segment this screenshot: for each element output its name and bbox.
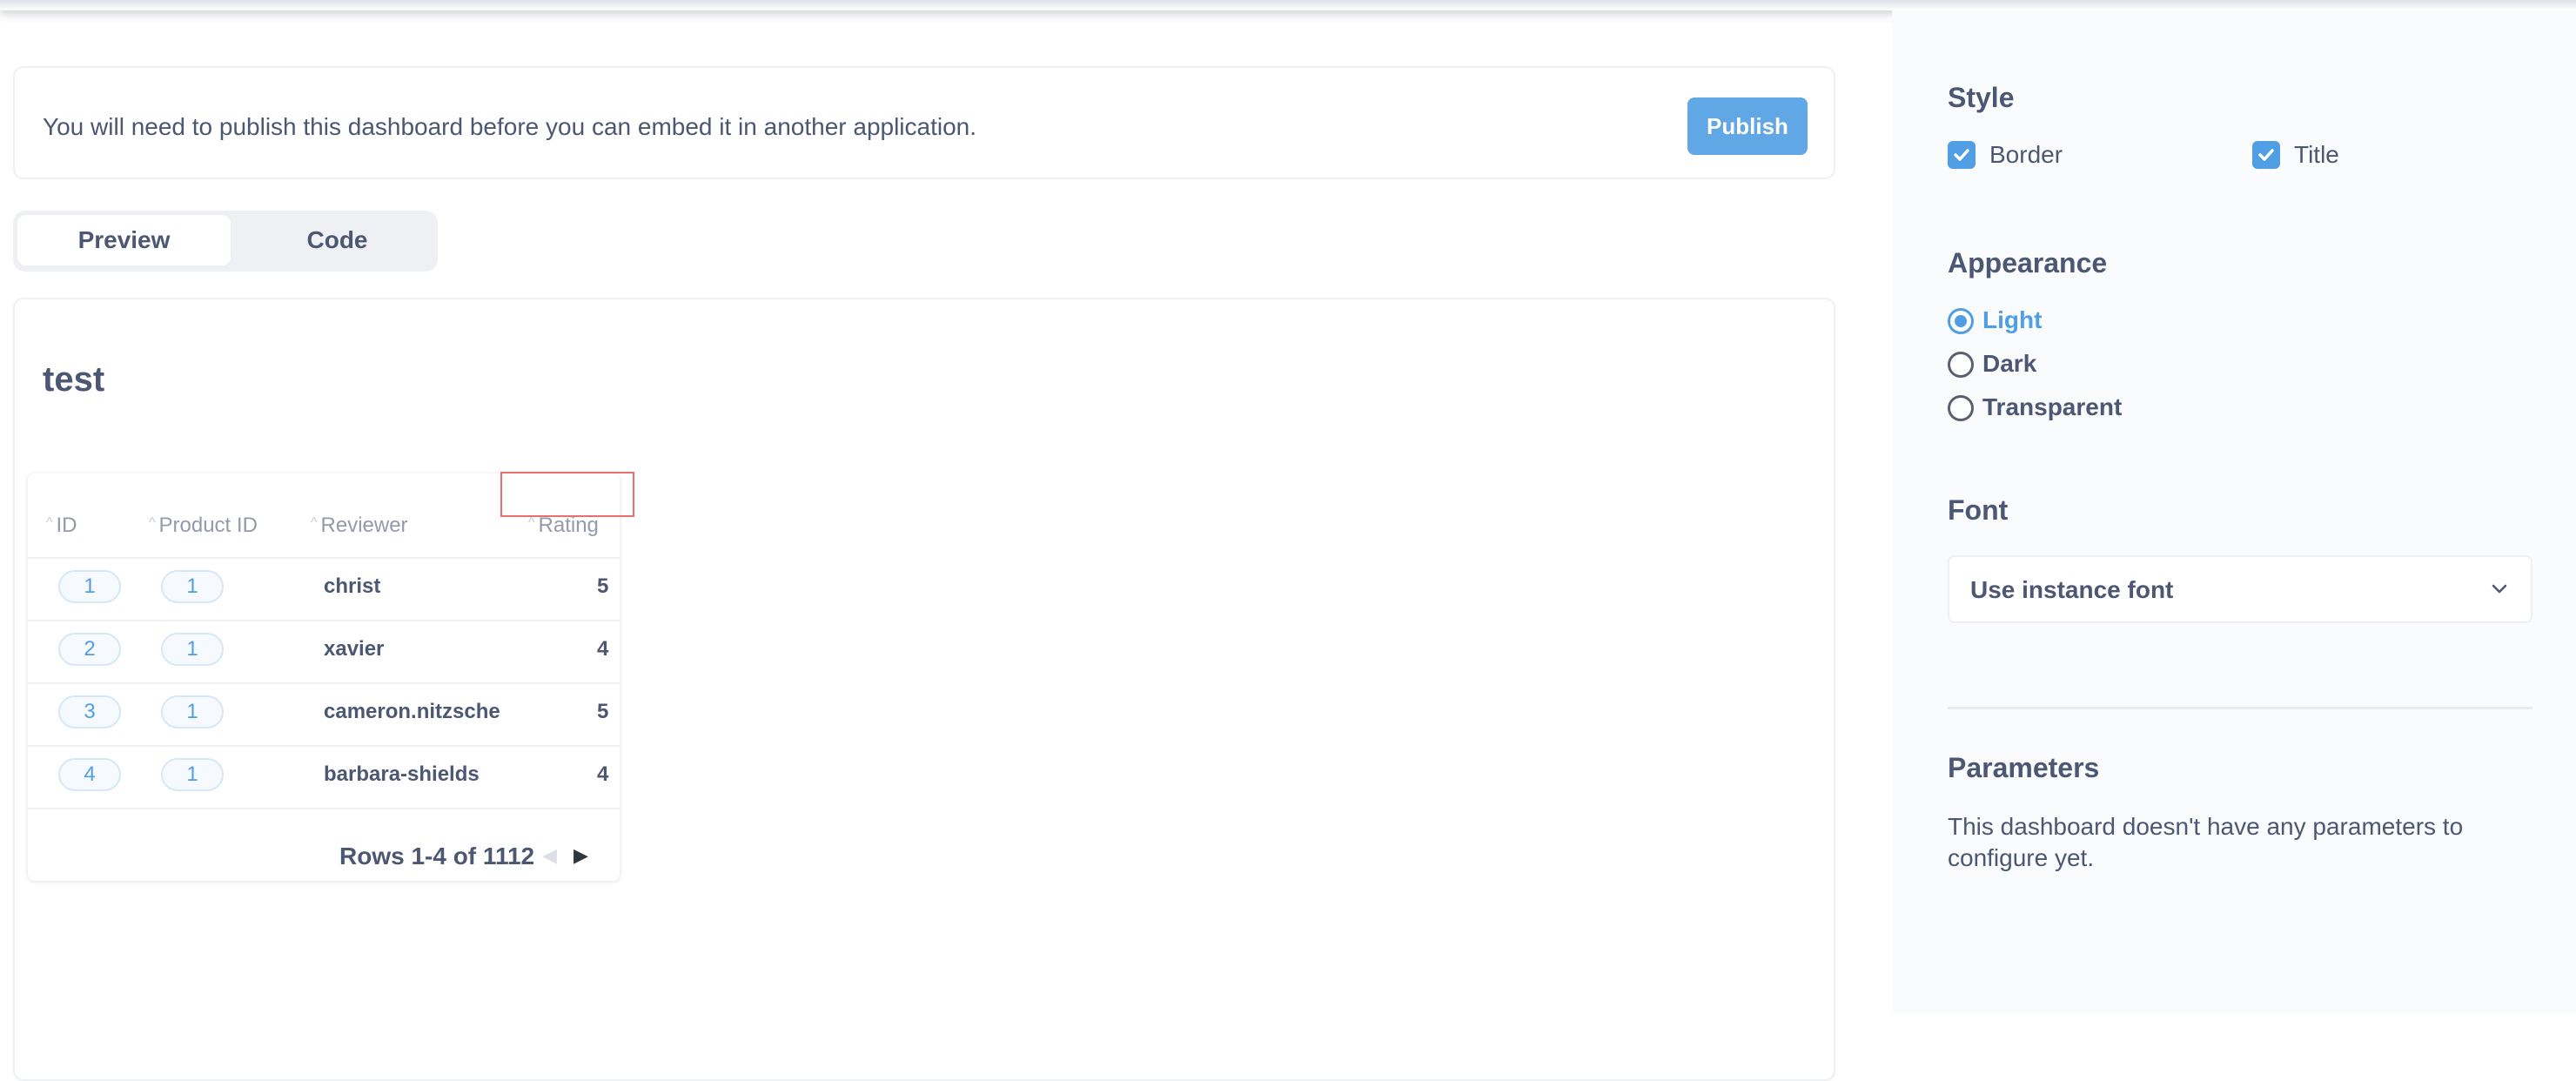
tab-code[interactable]: Code — [231, 215, 444, 265]
product-id-pill[interactable]: 1 — [161, 758, 224, 791]
product-id-pill[interactable]: 1 — [161, 695, 224, 728]
rating-cell: 4 — [597, 637, 609, 661]
rating-cell: 5 — [597, 574, 609, 598]
dashboard-title: test — [43, 360, 105, 399]
top-bar-shadow — [0, 0, 2576, 10]
id-pill[interactable]: 1 — [58, 570, 121, 603]
next-page-icon[interactable]: ▶ — [574, 844, 588, 867]
rating-cell: 4 — [597, 762, 609, 786]
parameters-empty-text: This dashboard doesn't have any paramete… — [1948, 813, 2464, 871]
check-icon — [1954, 149, 1969, 161]
appearance-section-title: Appearance — [1948, 247, 2108, 279]
radio-dark[interactable] — [1948, 352, 1974, 378]
publish-notice: You will need to publish this dashboard … — [13, 66, 1835, 179]
row-divider — [28, 620, 620, 621]
dashboard-preview-frame: test ^ ID ^ Product ID ^ Reviewer ^ Rating 1… — [13, 298, 1835, 1081]
sort-caret-icon: ^ — [311, 515, 318, 530]
rating-header-highlight-box — [500, 472, 634, 517]
previous-page-icon[interactable]: ◀ — [542, 844, 557, 867]
border-checkbox[interactable] — [1948, 141, 1976, 169]
title-checkbox-label[interactable]: Title — [2294, 141, 2339, 169]
radio-transparent[interactable] — [1948, 395, 1974, 421]
font-select-value: Use instance font — [1970, 576, 2174, 603]
reviewer-cell: xavier — [324, 637, 385, 661]
pagination-label: Rows 1-4 of 1112 — [339, 843, 535, 870]
column-header-reviewer[interactable]: ^ Reviewer — [311, 514, 408, 538]
tab-preview[interactable]: Preview — [17, 215, 231, 265]
check-icon — [2258, 149, 2274, 161]
style-section-title: Style — [1948, 82, 2015, 113]
row-divider — [28, 745, 620, 747]
sort-caret-icon: ^ — [46, 515, 53, 530]
radio-light-label[interactable]: Light — [1982, 306, 2042, 334]
sort-caret-icon: ^ — [149, 515, 156, 530]
radio-transparent-label[interactable]: Transparent — [1982, 393, 2122, 421]
row-divider — [28, 557, 620, 559]
preview-code-toggle: Preview Code — [13, 211, 438, 272]
radio-light[interactable] — [1948, 308, 1974, 334]
font-select[interactable]: Use instance font — [1948, 555, 2532, 623]
product-id-pill[interactable]: 1 — [161, 570, 224, 603]
column-header-rating[interactable]: ^ Rating — [528, 514, 599, 538]
title-checkbox[interactable] — [2252, 141, 2280, 169]
id-pill[interactable]: 4 — [58, 758, 121, 791]
reviewer-cell: cameron.nitzsche — [324, 700, 500, 723]
reviewer-cell: christ — [324, 574, 381, 598]
publish-notice-text: You will need to publish this dashboard … — [43, 113, 977, 140]
publish-button[interactable]: Publish — [1687, 97, 1808, 155]
embed-preview-area: You will need to publish this dashboard … — [0, 10, 1892, 1081]
id-pill[interactable]: 3 — [58, 695, 121, 728]
column-header-id[interactable]: ^ ID — [46, 514, 77, 538]
row-divider — [28, 682, 620, 684]
id-pill[interactable]: 2 — [58, 633, 121, 666]
column-header-product-id[interactable]: ^ Product ID — [149, 514, 258, 538]
reviewer-cell: barbara-shields — [324, 762, 480, 786]
radio-dark-label[interactable]: Dark — [1982, 350, 2036, 378]
rating-cell: 5 — [597, 700, 609, 723]
row-divider — [28, 808, 620, 809]
product-id-pill[interactable]: 1 — [161, 633, 224, 666]
embed-settings-sidebar: Style Border Title Appearance Light Dark… — [1892, 10, 2576, 1013]
chevron-down-icon — [2492, 584, 2507, 594]
sidebar-divider — [1948, 707, 2532, 709]
sort-caret-icon: ^ — [528, 515, 535, 530]
border-checkbox-label[interactable]: Border — [1989, 141, 2063, 169]
parameters-section-title: Parameters — [1948, 752, 2100, 783]
font-section-title: Font — [1948, 494, 2009, 526]
